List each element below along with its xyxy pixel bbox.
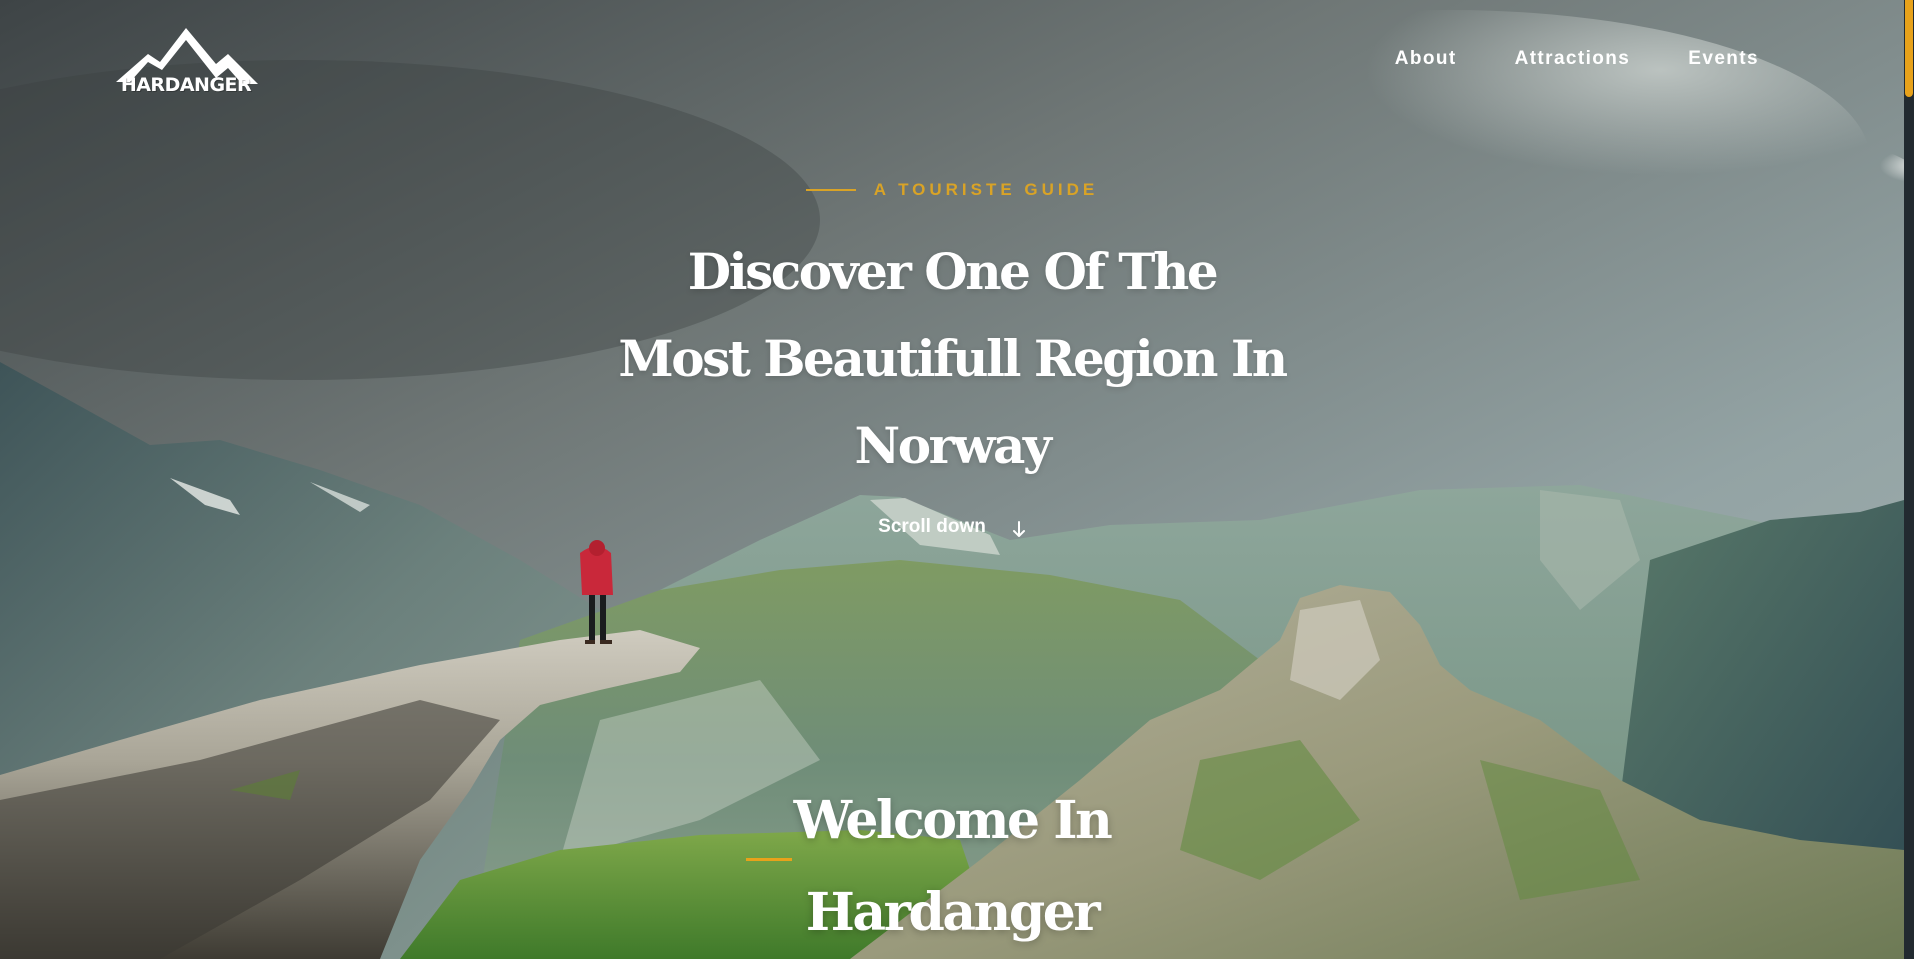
- logo-text: HARDANGER: [120, 74, 252, 96]
- welcome-title-line-1: Welcome In: [793, 790, 1113, 851]
- arrow-down-icon: [1012, 521, 1025, 537]
- nav-link-about[interactable]: About: [1395, 48, 1457, 70]
- welcome-title: Welcome In Hardanger: [0, 775, 1904, 959]
- scroll-down-button[interactable]: Scroll down: [0, 515, 1904, 539]
- hero-eyebrow: A TOURISTE GUIDE: [0, 180, 1904, 200]
- eyebrow-divider: [805, 189, 856, 191]
- hero-title-line-3: Norway: [854, 416, 1052, 475]
- page: HARDANGER About Attractions Events A TOU…: [0, 0, 1914, 959]
- nav-link-attractions[interactable]: Attractions: [1515, 48, 1631, 70]
- hero-title-line-2: Most Beautifull Region In: [618, 329, 1288, 388]
- scrollbar-thumb[interactable]: [1905, 0, 1913, 97]
- brand-logo[interactable]: HARDANGER: [112, 26, 260, 102]
- scroll-down-label: Scroll down: [878, 516, 986, 537]
- eyebrow-text: A TOURISTE GUIDE: [873, 180, 1099, 199]
- hero-title-line-1: Discover One Of The: [687, 242, 1219, 301]
- hero-title: Discover One Of The Most Beautifull Regi…: [0, 228, 1904, 489]
- main-nav: About Attractions Events: [1395, 48, 1759, 70]
- page-scrollbar[interactable]: [1904, 0, 1914, 959]
- nav-link-events[interactable]: Events: [1688, 48, 1759, 70]
- welcome-title-line-2: Hardanger: [805, 882, 1101, 943]
